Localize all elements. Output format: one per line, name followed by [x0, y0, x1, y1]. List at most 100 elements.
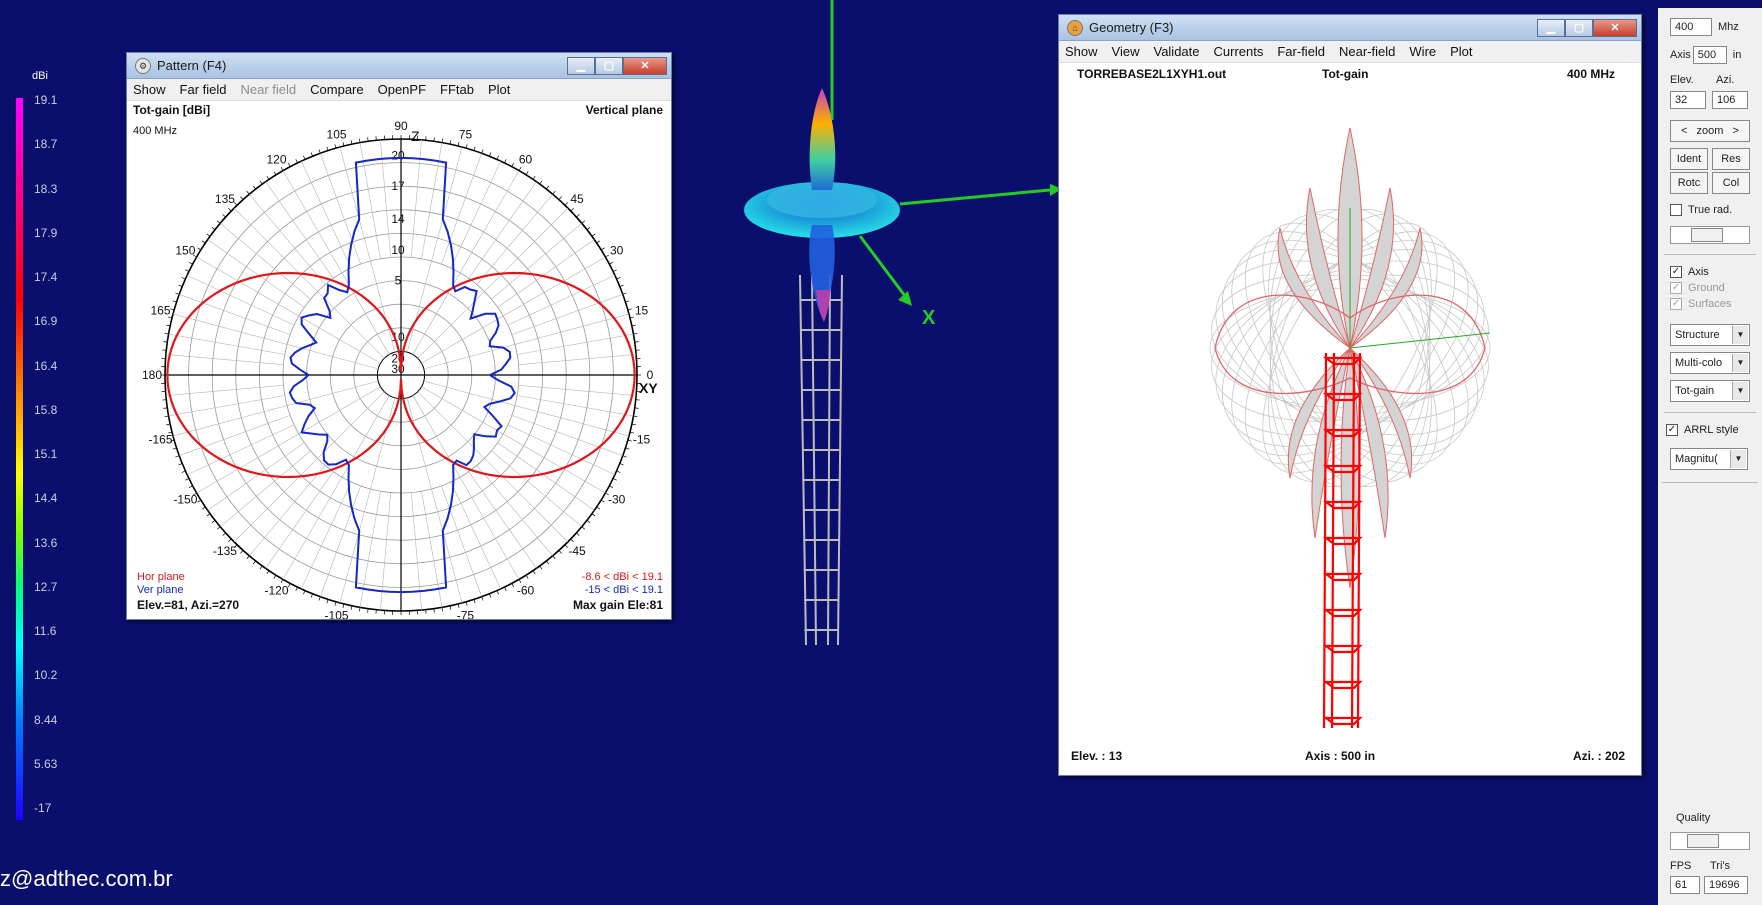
scale-tick-label: 17.4: [34, 270, 58, 284]
geometry-titlebar[interactable]: ⌂ Geometry (F3) ▁ ▢ ✕: [1059, 15, 1641, 41]
polar-tick: [201, 240, 206, 244]
geometry-3d-view[interactable]: [1059, 63, 1641, 775]
polar-tick: [197, 499, 202, 503]
surfaces-checkbox[interactable]: ✓: [1670, 298, 1682, 310]
scale-tick-label: 13.6: [34, 535, 58, 550]
polar-tick: [581, 220, 586, 224]
polar-spoke: [320, 153, 361, 265]
menu-item-show[interactable]: Show: [133, 82, 166, 97]
scale-tick-label: 11.6: [34, 624, 57, 638]
geometry-azi: Azi. : 202: [1572, 749, 1625, 763]
menu-item-far-field[interactable]: Far field: [180, 82, 227, 97]
arrl-style-checkbox[interactable]: ✓: [1666, 424, 1678, 436]
scale-tick-label: 16.9: [34, 314, 58, 329]
range-ver-plane: -15 < dBi < 19.1: [584, 584, 663, 596]
menu-item-view[interactable]: View: [1112, 44, 1140, 59]
true-rad-slider[interactable]: [1670, 226, 1750, 244]
fps-label: FPS: [1670, 860, 1692, 872]
ident-button[interactable]: Ident: [1670, 148, 1708, 170]
polar-spoke: [441, 153, 482, 265]
pattern-window[interactable]: ⚙ Pattern (F4) ▁ ▢ ✕ Show Far field Near f…: [126, 52, 672, 620]
scale-tick-label: 19.1: [34, 93, 58, 107]
col-button[interactable]: Col: [1712, 172, 1750, 194]
frequency-input[interactable]: 400: [1670, 18, 1712, 36]
polar-tick: [259, 565, 263, 570]
zoom-control[interactable]: < zoom >: [1670, 120, 1750, 142]
polar-tick: [246, 555, 250, 560]
scale-tick-label: 18.3: [34, 181, 58, 196]
scale-tick-label: 12.7: [34, 579, 58, 594]
axis-checkbox[interactable]: ✓: [1670, 266, 1682, 278]
res-button[interactable]: Res: [1712, 148, 1750, 170]
polar-angle-label: 120: [266, 152, 286, 166]
menu-item-validate[interactable]: Validate: [1153, 44, 1199, 59]
polar-tick: [576, 214, 580, 218]
zoom-out-icon[interactable]: <: [1681, 125, 1687, 137]
scale-tick-label: 8.44: [34, 712, 58, 727]
tris-value: 19696: [1704, 876, 1748, 894]
elev-input[interactable]: 32: [1670, 91, 1706, 109]
menu-item-far-field[interactable]: Far-field: [1277, 44, 1325, 59]
menu-item-currents[interactable]: Currents: [1214, 44, 1264, 59]
y-axis-line: [899, 188, 1051, 206]
polar-tick: [518, 579, 522, 584]
pattern-titlebar[interactable]: ⚙ Pattern (F4) ▁ ▢ ✕: [127, 53, 671, 79]
minimize-button[interactable]: ▁: [567, 56, 595, 75]
polar-spoke: [300, 160, 352, 269]
geometry-window[interactable]: ⌂ Geometry (F3) ▁ ▢ ✕ Show View Validate Cu…: [1058, 14, 1642, 776]
polar-tick: [591, 513, 596, 517]
menu-item-fftab[interactable]: FFtab: [440, 82, 474, 97]
polar-angle-label: -30: [608, 493, 626, 507]
polar-spoke: [186, 424, 295, 476]
close-button[interactable]: ✕: [1593, 18, 1637, 37]
magnitude-select[interactable]: Magnitu(▼: [1670, 448, 1748, 470]
menu-item-show[interactable]: Show: [1065, 44, 1098, 59]
scale-tick-label: 14.4: [34, 491, 58, 506]
menu-item-near-field[interactable]: Near-field: [1339, 44, 1395, 59]
azi-label: Azi.: [1716, 74, 1735, 86]
polar-tick: [539, 180, 543, 185]
axis-length-input[interactable]: 500: [1692, 46, 1727, 64]
polar-tick: [586, 226, 591, 230]
polar-tick: [288, 583, 291, 588]
menu-item-openpf[interactable]: OpenPF: [378, 82, 426, 97]
zoom-in-icon[interactable]: >: [1733, 125, 1739, 137]
polar-tick: [600, 499, 605, 503]
maximize-button[interactable]: ▢: [595, 56, 623, 75]
polar-spoke: [179, 294, 291, 335]
polar-tick: [581, 526, 586, 530]
true-rad-checkbox[interactable]: [1670, 204, 1682, 216]
tower-rung: [1322, 680, 1363, 690]
legend-ver-plane: Ver plane: [137, 584, 184, 596]
polar-tick: [240, 550, 244, 554]
menu-item-near-field[interactable]: Near field: [241, 82, 297, 97]
scale-tick-label: 10.2: [34, 668, 58, 683]
quality-slider[interactable]: [1670, 832, 1750, 850]
close-button[interactable]: ✕: [623, 56, 667, 75]
polar-tick: [259, 180, 263, 185]
color-mode-select[interactable]: Multi-colo ▼: [1670, 352, 1750, 374]
quantity-select[interactable]: Tot-gain ▼: [1670, 380, 1750, 402]
minimize-button[interactable]: ▁: [1537, 18, 1565, 37]
azi-input[interactable]: 106: [1712, 91, 1748, 109]
menu-item-wire[interactable]: Wire: [1409, 44, 1436, 59]
polar-tick: [552, 555, 556, 560]
ground-checkbox[interactable]: ✓: [1670, 282, 1682, 294]
polar-tick: [303, 155, 306, 160]
menu-item-compare[interactable]: Compare: [310, 82, 363, 97]
frequency-unit: Mhz: [1718, 21, 1739, 33]
menu-item-plot[interactable]: Plot: [1450, 44, 1472, 59]
axis-unit: in: [1732, 49, 1742, 61]
rotc-button[interactable]: Rotc: [1670, 172, 1708, 194]
menu-item-plot[interactable]: Plot: [488, 82, 510, 97]
3d-radiation-view[interactable]: X: [700, 0, 1060, 660]
polar-tick: [511, 583, 514, 588]
structure-select[interactable]: Structure ▼: [1670, 324, 1750, 346]
geometry-elev: Elev. : 13: [1071, 749, 1123, 763]
polar-tick: [558, 550, 562, 554]
polar-tick: [181, 470, 186, 473]
polar-spoke: [265, 181, 334, 279]
maximize-button[interactable]: ▢: [1565, 18, 1593, 37]
polar-tick: [201, 506, 206, 510]
geometry-axis: Axis : 500 in: [1305, 749, 1376, 763]
